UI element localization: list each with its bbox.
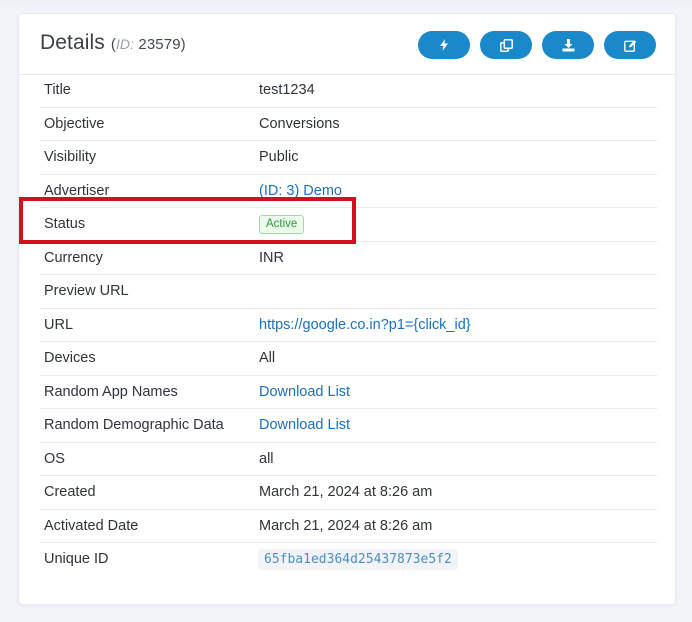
row-unique-id: Unique ID 65fba1ed364d25437873e5f2 (40, 543, 657, 576)
row-random-app-names: Random App Names Download List (40, 376, 657, 409)
row-label: Activated Date (44, 517, 139, 534)
row-label: Title (44, 82, 71, 98)
row-devices: Devices All (40, 342, 657, 376)
row-label: URL (44, 316, 74, 333)
edit-button[interactable] (604, 31, 656, 59)
row-currency: Currency INR (40, 242, 657, 275)
row-value: All (259, 350, 276, 366)
row-label: Currency (44, 249, 103, 266)
row-created: Created March 21, 2024 at 8:26 am (40, 476, 657, 510)
details-card: Details (ID: 23579) Title test1234 Objec… (18, 13, 676, 605)
row-value: INR (259, 249, 284, 266)
page: Details (ID: 23579) Title test1234 Objec… (0, 0, 692, 622)
top-strip (0, 0, 692, 4)
row-value-wrap: https://google.co.in?p1={click_id} (259, 317, 471, 333)
row-value-wrap: Download List (259, 384, 350, 400)
row-label: Preview URL (44, 283, 129, 299)
row-os: OS all (40, 443, 657, 476)
card-header: Details (ID: 23579) (19, 14, 675, 75)
row-status: Status Active (40, 208, 657, 242)
advertiser-link[interactable]: (ID: 3) Demo (259, 183, 342, 199)
row-value: all (259, 450, 274, 467)
id-value: 23579 (138, 36, 181, 53)
row-advertiser: Advertiser (ID: 3) Demo (40, 175, 657, 208)
row-value: Conversions (259, 115, 340, 132)
row-value-wrap: Download List (259, 417, 350, 433)
row-value-wrap: (ID: 3) Demo (259, 183, 342, 199)
details-table: Title test1234 Objective Conversions Vis… (40, 74, 657, 576)
unique-id-code: 65fba1ed364d25437873e5f2 (258, 549, 458, 570)
download-button[interactable] (542, 31, 594, 59)
row-value: Public (259, 149, 299, 165)
row-label: Objective (44, 115, 105, 132)
row-label: Advertiser (44, 182, 110, 199)
bolt-button[interactable] (418, 31, 470, 59)
row-label: Random Demographic Data (44, 417, 224, 433)
row-label: Devices (44, 350, 96, 366)
edit-icon (623, 39, 636, 52)
id-group: (ID: 23579) (110, 36, 186, 53)
row-value: test1234 (259, 82, 315, 98)
download-icon (562, 38, 574, 51)
copy-icon (499, 38, 513, 52)
header-toolbar (418, 31, 656, 59)
row-label: Visibility (44, 149, 97, 165)
row-value-wrap: 65fba1ed364d25437873e5f2 (258, 549, 459, 572)
row-preview-url: Preview URL (40, 275, 657, 309)
row-url: URL https://google.co.in?p1={click_id} (40, 309, 657, 342)
row-title: Title test1234 (40, 74, 657, 108)
row-activated-date: Activated Date March 21, 2024 at 8:26 am (40, 510, 657, 543)
url-link[interactable]: https://google.co.in?p1={click_id} (259, 317, 471, 333)
row-objective: Objective Conversions (40, 108, 657, 141)
row-random-demographic-data: Random Demographic Data Download List (40, 409, 657, 443)
row-label: Random App Names (44, 383, 178, 400)
row-label: Created (44, 484, 96, 500)
row-label: Unique ID (44, 551, 109, 567)
id-label: ID: (115, 36, 135, 52)
row-visibility: Visibility Public (40, 141, 657, 175)
row-value-wrap: Active (259, 215, 305, 235)
bolt-icon (440, 39, 448, 51)
download-list-link[interactable]: Download List (259, 384, 350, 400)
download-list-link[interactable]: Download List (259, 417, 350, 433)
row-label: Status (44, 216, 86, 232)
page-title: Details (ID: 23579) (40, 31, 186, 55)
copy-button[interactable] (480, 31, 532, 59)
row-label: OS (44, 450, 65, 467)
title-text: Details (40, 31, 105, 54)
row-value: March 21, 2024 at 8:26 am (259, 484, 433, 500)
row-value: March 21, 2024 at 8:26 am (259, 517, 433, 534)
status-badge: Active (259, 215, 305, 234)
